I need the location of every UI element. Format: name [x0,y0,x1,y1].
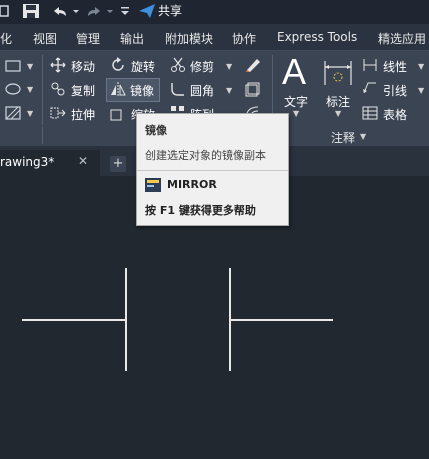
mirror-label[interactable]: 镜像 [130,82,154,99]
fillet-dropdown-icon[interactable]: ▼ [226,86,232,95]
linear-button[interactable]: 线性 [383,58,407,75]
open-icon[interactable] [0,3,10,19]
redo-dropdown-icon[interactable] [106,3,114,19]
explode-icon[interactable] [244,81,262,97]
dimension-dropdown-icon[interactable]: ▼ [335,109,341,118]
share-button[interactable]: 共享 [158,2,182,19]
ellipse-dropdown-icon[interactable]: ▼ [27,85,33,94]
ribbon-tab-bar: 化 视图 管理 输出 附加模块 协作 Express Tools 精选应用 [0,24,429,51]
ellipse-icon[interactable] [4,82,22,96]
tab-featured-apps[interactable]: 精选应用 [378,30,426,47]
linear-icon[interactable] [362,57,378,73]
text-large-icon[interactable]: A [282,51,306,93]
panel-divider [42,55,43,125]
tab-express-tools[interactable]: Express Tools [277,30,357,44]
tab-manage[interactable]: 管理 [76,30,100,47]
undo-dropdown-icon[interactable] [72,3,80,19]
drawing-tab[interactable]: rawing3* ✕ [0,150,100,176]
hatch-dropdown-icon[interactable]: ▼ [27,109,33,118]
trim-icon[interactable] [170,57,186,73]
linear-dropdown-icon[interactable]: ▼ [418,62,424,71]
tab-output[interactable]: 输出 [120,30,144,47]
dimension-icon[interactable] [322,57,354,89]
tooltip-description: 创建选定对象的镜像副本 [145,149,266,162]
close-icon[interactable]: ✕ [78,154,88,168]
annotation-panel-expand-icon[interactable]: ▼ [360,132,366,141]
tooltip-title: 镜像 [145,124,167,137]
leader-button[interactable]: 引线 [383,82,407,99]
tooltip-divider [137,170,288,171]
table-button[interactable]: 表格 [383,106,407,123]
erase-icon[interactable] [244,57,262,73]
save-icon[interactable] [22,3,40,19]
text-button[interactable]: 文字 [284,93,308,110]
tab-addins[interactable]: 附加模块 [165,30,213,47]
redo-icon[interactable] [86,3,104,19]
left-horizontal-line [22,319,126,321]
new-tab-button[interactable]: + [110,156,126,172]
stretch-button[interactable]: 拉伸 [71,106,95,123]
hatch-icon[interactable] [4,106,22,120]
fillet-button[interactable]: 圆角 [190,82,214,99]
undo-icon[interactable] [50,3,68,19]
tooltip-help: 按 F1 键获得更多帮助 [145,204,256,217]
mirror-icon[interactable] [110,81,126,97]
right-horizontal-line [229,319,333,321]
stretch-icon[interactable] [50,105,66,121]
scale-icon[interactable] [110,105,126,121]
copy-button[interactable]: 复制 [71,82,95,99]
panel-divider [42,126,43,144]
tab-partial[interactable]: 化 [0,30,12,47]
leader-icon[interactable] [362,81,378,97]
rotate-icon[interactable] [110,57,126,73]
command-line-icon [145,178,161,192]
share-icon[interactable] [138,3,156,19]
trim-button[interactable]: 修剪 [190,58,214,75]
table-icon[interactable] [362,105,378,121]
dimension-button[interactable]: 标注 [326,93,350,110]
copy-icon[interactable] [50,81,66,97]
text-dropdown-icon[interactable]: ▼ [293,109,299,118]
tooltip-command: MIRROR [167,178,217,191]
rectangle-icon[interactable] [4,59,22,73]
mirror-tooltip: 镜像 创建选定对象的镜像副本 MIRROR 按 F1 键获得更多帮助 [136,113,289,226]
customize-qat-icon[interactable] [120,3,130,19]
fillet-icon[interactable] [170,81,186,97]
quick-access-toolbar: 共享 [0,0,429,24]
rotate-button[interactable]: 旋转 [131,58,155,75]
leader-dropdown-icon[interactable]: ▼ [418,86,424,95]
tab-view[interactable]: 视图 [33,30,57,47]
tab-collaborate[interactable]: 协作 [232,30,256,47]
rectangle-dropdown-icon[interactable]: ▼ [27,62,33,71]
annotation-panel-label[interactable]: 注释 [331,129,355,146]
drawing-tab-label[interactable]: rawing3* [0,155,54,169]
move-icon[interactable] [50,57,66,73]
trim-dropdown-icon[interactable]: ▼ [226,62,232,71]
move-button[interactable]: 移动 [71,58,95,75]
